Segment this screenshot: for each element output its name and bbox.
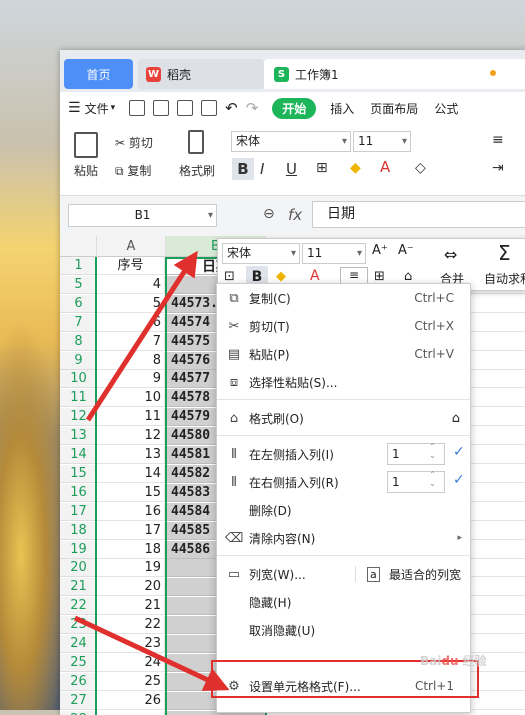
watermark-logo: Baidu 经验 (420, 654, 487, 668)
arrow-to-column-b (85, 250, 198, 422)
arrow-to-format-cells (73, 615, 230, 691)
cell-a[interactable] (97, 710, 165, 715)
annotation-arrows (73, 250, 230, 691)
row-header[interactable]: 28 (60, 710, 97, 715)
